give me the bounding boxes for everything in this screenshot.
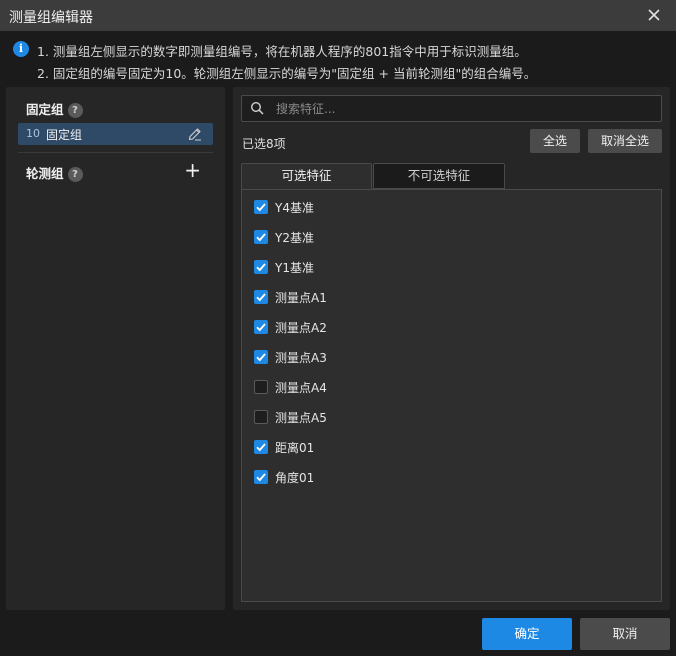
window-title: 测量组编辑器 [9,10,93,26]
feature-checkbox[interactable] [254,410,268,424]
fixed-group-header: 固定组? [26,99,83,118]
feature-label: 测量点A3 [275,351,327,365]
title-bar: 测量组编辑器 [0,0,676,31]
cancel-button[interactable]: 取消 [580,618,670,650]
group-name: 固定组 [46,128,83,142]
search-icon [250,101,265,116]
feature-checkbox[interactable] [254,380,268,394]
info-line-2: 2. 固定组的编号固定为10。轮测组左侧显示的编号为"固定组 + 当前轮测组"的… [37,66,537,81]
edit-icon[interactable] [187,126,203,142]
deselect-all-button[interactable]: 取消全选 [588,129,662,153]
feature-label: 测量点A5 [275,411,327,425]
tab-selectable[interactable]: 可选特征 [241,163,372,189]
info-icon: i [13,41,29,57]
group-number: 10 [26,127,40,140]
rotation-group-title: 轮测组 [26,166,64,181]
feature-label: 角度01 [275,471,315,485]
feature-label: Y2基准 [275,231,314,245]
feature-checkbox[interactable] [254,350,268,364]
feature-label: Y4基准 [275,201,314,215]
divider [18,152,213,153]
feature-checkbox[interactable] [254,200,268,214]
info-line-1: 1. 测量组左侧显示的数字即测量组编号，将在机器人程序的801指令中用于标识测量… [37,44,527,59]
tab-unselectable[interactable]: 不可选特征 [373,163,505,189]
feature-label: 测量点A1 [275,291,327,305]
help-icon[interactable]: ? [67,167,83,182]
feature-label: 测量点A4 [275,381,327,395]
selected-count: 已选8项 [242,137,286,151]
feature-checkbox[interactable] [254,470,268,484]
group-item-fixed[interactable]: 10 固定组 [18,123,213,145]
feature-panel: 已选8项 全选 取消全选 可选特征 不可选特征 Y4基准 Y2基准 Y1基准 测… [233,87,670,610]
group-list-panel: 固定组? 10 固定组 轮测组? + [6,87,225,610]
feature-checkbox[interactable] [254,290,268,304]
fixed-group-title: 固定组 [26,102,64,117]
feature-checkbox[interactable] [254,230,268,244]
select-all-button[interactable]: 全选 [530,129,580,153]
feature-label: Y1基准 [275,261,314,275]
feature-checkbox[interactable] [254,260,268,274]
add-group-button[interactable]: + [184,160,201,180]
ok-button[interactable]: 确定 [482,618,572,650]
feature-list: Y4基准 Y2基准 Y1基准 测量点A1 测量点A2 测量点A3 测量点A4 测… [241,189,662,602]
feature-checkbox[interactable] [254,320,268,334]
close-icon[interactable] [644,5,664,25]
rotation-group-header: 轮测组? [26,163,83,182]
feature-checkbox[interactable] [254,440,268,454]
feature-label: 距离01 [275,441,315,455]
help-icon[interactable]: ? [67,103,83,118]
feature-label: 测量点A2 [275,321,327,335]
search-box [241,95,662,122]
search-input[interactable] [276,100,646,118]
